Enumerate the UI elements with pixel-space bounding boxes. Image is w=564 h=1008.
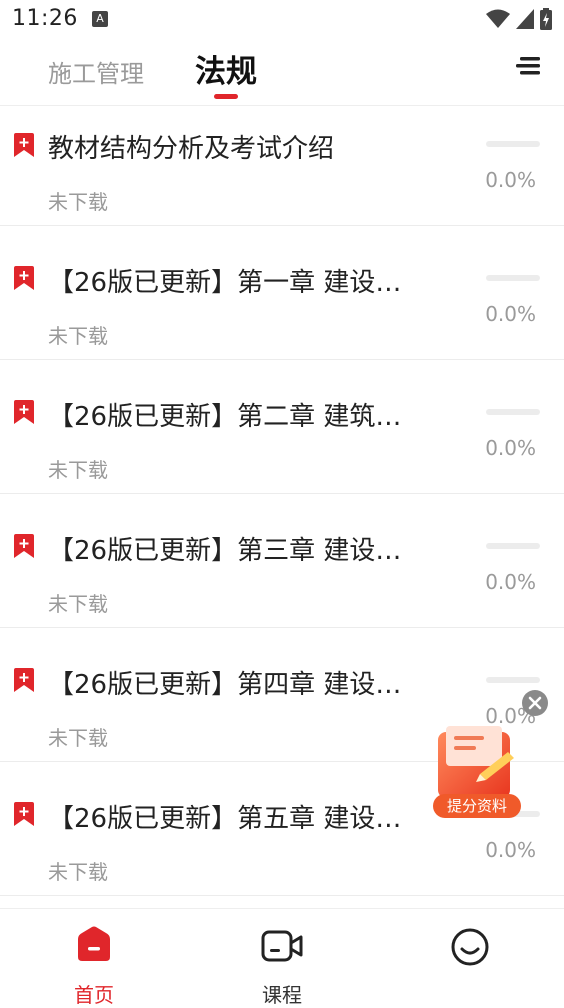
progress-percent: 0.0%	[485, 838, 536, 862]
menu-icon[interactable]	[516, 56, 540, 76]
active-tab-indicator	[214, 94, 238, 99]
bookmark-icon	[14, 802, 34, 826]
bookmark-icon	[14, 400, 34, 424]
list-item[interactable]: 教材结构分析及考试介绍 未下载 0.0%	[0, 106, 564, 226]
download-status: 未下载	[48, 458, 108, 482]
download-status: 未下载	[48, 190, 108, 214]
list-item[interactable]: 【26版已更新】第三章 建设… 未下载 0.0%	[0, 494, 564, 628]
promo-label[interactable]: 提分资料	[433, 794, 521, 818]
item-title: 【26版已更新】第一章 建设…	[48, 268, 402, 298]
video-camera-icon	[261, 930, 303, 962]
tab-construction-management[interactable]: 施工管理	[48, 54, 144, 89]
home-icon	[78, 926, 110, 961]
item-title: 【26版已更新】第五章 建设…	[48, 804, 402, 834]
progress-bar	[486, 543, 540, 549]
status-time: 11:26	[12, 6, 78, 31]
download-status: 未下载	[48, 592, 108, 616]
item-title: 【26版已更新】第四章 建设…	[48, 670, 402, 700]
close-icon	[528, 696, 542, 710]
tab-regulations[interactable]: 法规	[195, 46, 257, 91]
notification-icon: A	[92, 11, 108, 27]
progress-bar	[486, 275, 540, 281]
list-item[interactable]: 【26版已更新】第二章 建筑… 未下载 0.0%	[0, 360, 564, 494]
signal-icon	[516, 9, 534, 29]
system-icons	[486, 8, 552, 30]
wifi-icon	[486, 9, 510, 28]
progress-percent: 0.0%	[485, 436, 536, 460]
item-title: 【26版已更新】第三章 建设…	[48, 536, 402, 566]
bookmark-icon	[14, 668, 34, 692]
item-title: 【26版已更新】第二章 建筑…	[48, 402, 402, 432]
list-item[interactable]: 【26版已更新】第一章 建设… 未下载 0.0%	[0, 226, 564, 360]
tab-bar: 施工管理 法规	[0, 40, 564, 104]
download-status: 未下载	[48, 726, 108, 750]
bottom-nav: 首页 课程	[0, 908, 564, 1007]
progress-percent: 0.0%	[485, 168, 536, 192]
progress-bar	[486, 409, 540, 415]
bookmark-icon	[14, 534, 34, 558]
bookmark-icon	[14, 266, 34, 290]
status-bar: 11:26 A	[0, 0, 564, 40]
bookmark-icon	[14, 133, 34, 157]
promo-close-button[interactable]	[522, 690, 548, 716]
download-status: 未下载	[48, 324, 108, 348]
progress-percent: 0.0%	[485, 570, 536, 594]
battery-icon	[540, 8, 552, 30]
progress-bar	[486, 677, 540, 683]
download-status: 未下载	[48, 860, 108, 884]
progress-bar	[486, 141, 540, 147]
progress-percent: 0.0%	[485, 302, 536, 326]
smiley-icon	[451, 928, 489, 966]
item-title: 教材结构分析及考试介绍	[48, 134, 335, 164]
